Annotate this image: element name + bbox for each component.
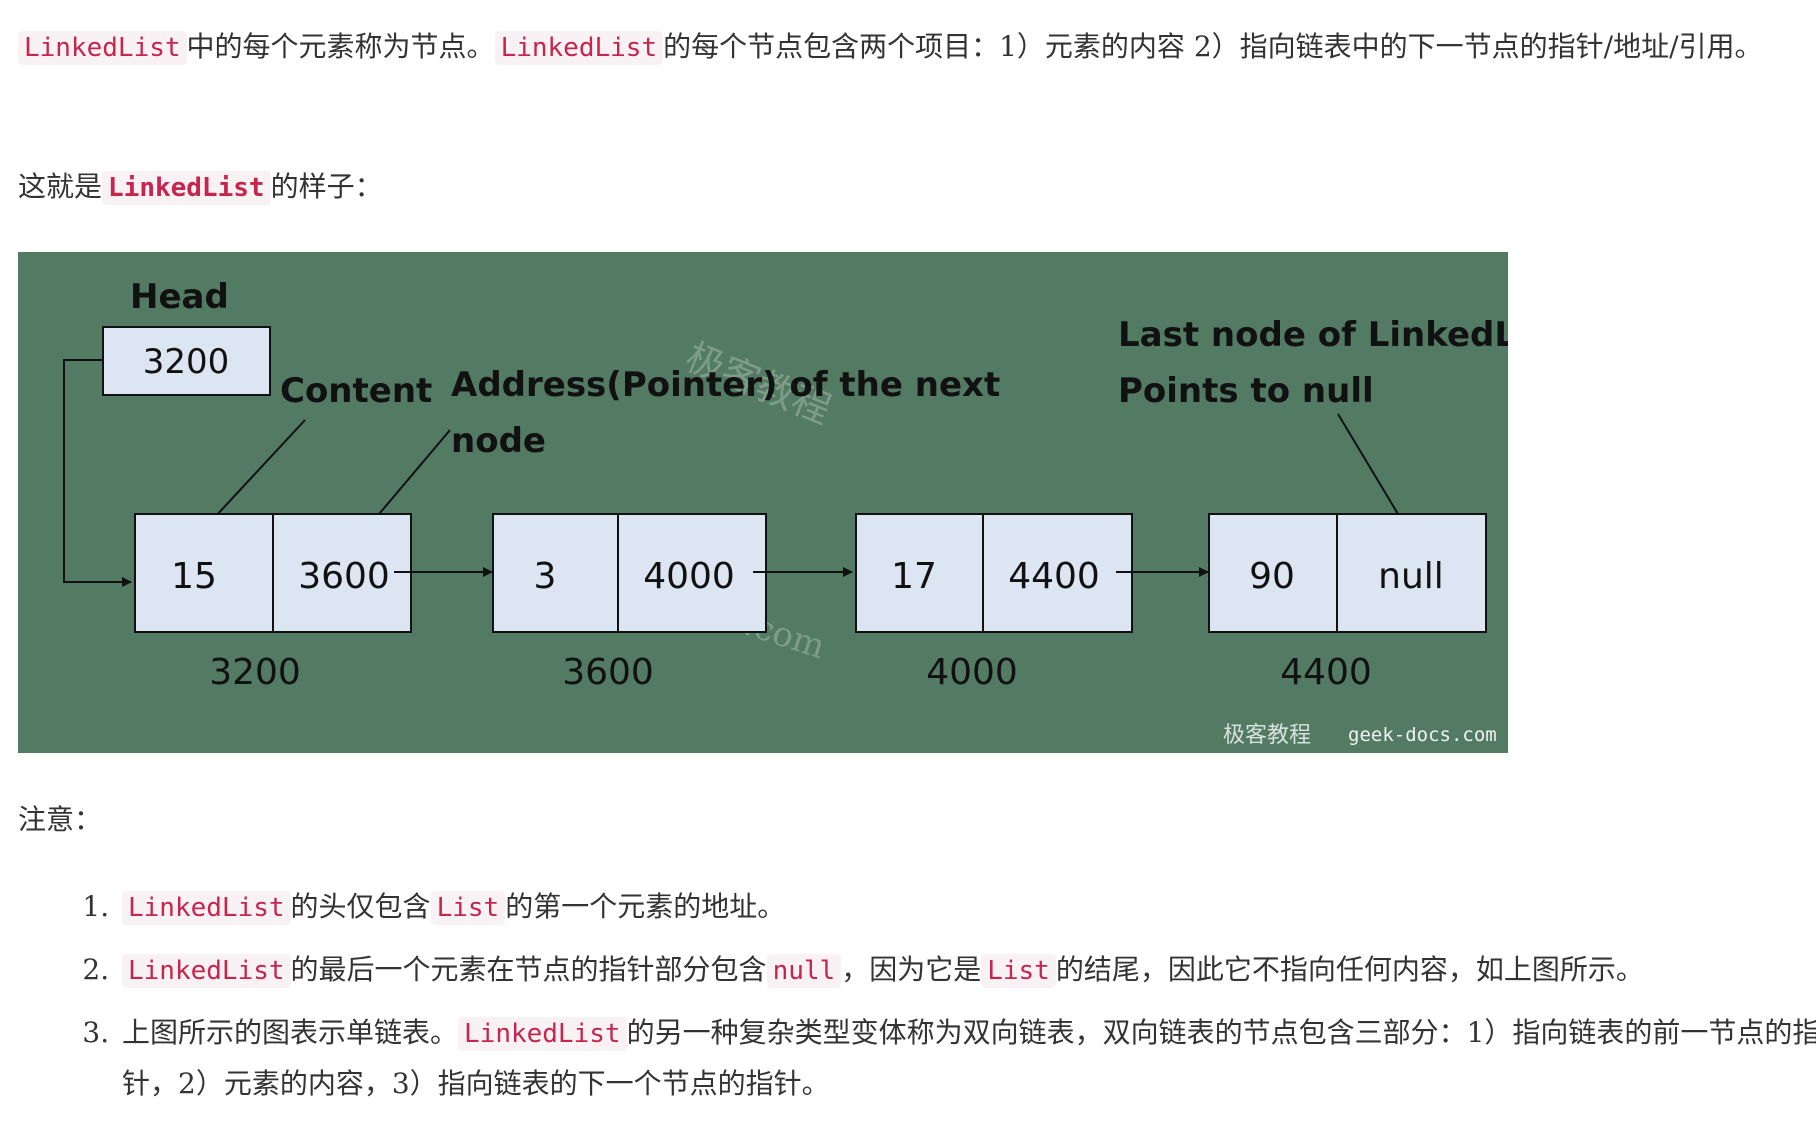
watermark-footer-cn: 极客教程 [1223,723,1311,748]
example-paragraph: 这就是 LinkedList 的样子： [18,162,383,213]
article: { "intro": { "code_a": "LinkedList", "te… [0,0,1816,1120]
note-text: 上图所示的图表示单链表。 [122,1016,459,1049]
pointer-label-line2: node [451,421,546,461]
note-text: 的最后一个元素在节点的指针部分包含 [290,953,767,986]
watermark-footer-en: geek-docs.com [1348,724,1497,746]
note-text: 的结尾，因此它不指向任何内容，如上图所示。 [1055,953,1644,986]
inline-code: List [430,891,506,925]
last-label-line1: Last node of LinkedList [1118,315,1508,355]
pointer-label-line1: Address(Pointer) of the next [451,365,1000,405]
node-2-next: 4000 [643,556,735,597]
list-item: LinkedList的头仅包含List的第一个元素的地址。 [118,882,1816,933]
inline-code: LinkedList [494,31,664,65]
node-3-value: 17 [891,556,937,597]
inline-code: List [981,954,1056,988]
node-4-value: 90 [1249,556,1295,597]
node-1-next: 3600 [298,556,390,597]
note-text: 的第一个元素的地址。 [505,890,786,923]
node-3-next: 4400 [1008,556,1100,597]
inline-code: LinkedList [122,891,291,925]
node-3-address: 4000 [926,652,1018,693]
example-text-a: 这就是 [18,170,103,203]
intro-text-a: 中的每个元素称为节点。 [186,30,495,63]
node-4-address: 4400 [1280,652,1372,693]
head-label: Head [130,277,229,317]
inline-code: null [766,954,842,988]
content-label: Content [280,371,432,411]
node-1-address: 3200 [209,652,301,693]
head-value: 3200 [143,342,230,382]
node-4-next: null [1378,556,1444,597]
note-text: 的头仅包含 [290,890,431,923]
notes-list: LinkedList的头仅包含List的第一个元素的地址。 LinkedList… [86,882,1816,1121]
list-item: 上图所示的图表示单链表。LinkedList的另一种复杂类型变体称为双向链表，双… [118,1008,1816,1109]
inline-code: LinkedList [122,954,291,988]
list-item: LinkedList的最后一个元素在节点的指针部分包含null，因为它是List… [118,945,1816,996]
note-text: ，因为它是 [841,953,982,986]
intro-paragraph: LinkedList 中的每个元素称为节点。 LinkedList 的每个节点包含两个… [18,22,1808,73]
inline-code: LinkedList [458,1017,627,1051]
node-2-value: 3 [534,556,557,597]
inline-code: LinkedList [102,171,271,205]
inline-code: LinkedList [18,31,187,65]
node-1-value: 15 [171,556,217,597]
last-label-line2: Points to null [1118,371,1374,411]
note-heading: 注意： [18,803,103,836]
linkedlist-diagram: 极客教程 geek-docs.com Head 3200 Content Add… [18,252,1508,753]
example-text-b: 的样子： [270,170,383,203]
node-2-address: 3600 [562,652,654,693]
intro-text-b: 的每个节点包含两个项目：1）元素的内容 2）指向链表中的下一节点的指针/地址/引… [663,30,1763,63]
